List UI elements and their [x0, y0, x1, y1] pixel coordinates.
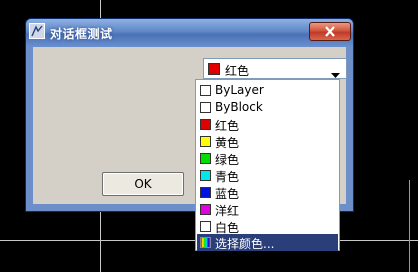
color-dropdown-list[interactable]: ByLayer ByBlock 红色 黄色 绿色 青色 蓝色 洋红 白色 选择颜… — [195, 79, 340, 251]
close-button[interactable] — [309, 22, 351, 41]
list-item-magenta[interactable]: 洋红 — [197, 201, 338, 218]
list-item-label: ByBlock — [215, 100, 263, 114]
color-swatch — [200, 170, 211, 181]
list-item-cyan[interactable]: 青色 — [197, 167, 338, 184]
color-swatch — [200, 204, 211, 215]
list-item-label: ByLayer — [215, 83, 264, 97]
list-item-label: 蓝色 — [215, 187, 240, 201]
list-item-green[interactable]: 绿色 — [197, 150, 338, 167]
background-line-vertical-right — [409, 180, 410, 272]
list-item-yellow[interactable]: 黄色 — [197, 133, 338, 150]
palette-icon — [200, 237, 211, 248]
list-item-choose-color[interactable]: 选择颜色... — [197, 234, 338, 251]
app-icon — [29, 23, 45, 39]
list-item-label: 洋红 — [215, 204, 240, 218]
color-swatch — [200, 136, 211, 147]
list-item-byblock[interactable]: ByBlock — [197, 99, 338, 116]
color-swatch — [200, 153, 211, 164]
list-item-label: 黄色 — [215, 136, 240, 150]
color-swatch — [200, 119, 211, 130]
color-swatch — [200, 85, 211, 96]
list-item-blue[interactable]: 蓝色 — [197, 184, 338, 201]
list-item-label: 青色 — [215, 170, 240, 184]
list-item-label: 红色 — [215, 119, 240, 133]
window-title: 对话框测试 — [50, 27, 113, 41]
combo-selected-label: 红色 — [225, 64, 250, 78]
list-item-white[interactable]: 白色 — [197, 218, 338, 235]
title-bar[interactable]: 对话框测试 — [26, 19, 353, 47]
list-item-red[interactable]: 红色 — [197, 116, 338, 133]
list-item-label: 绿色 — [215, 153, 240, 167]
color-swatch — [200, 187, 211, 198]
ok-button[interactable]: OK — [102, 172, 184, 196]
color-swatch — [200, 221, 211, 232]
close-icon — [325, 26, 335, 37]
list-item-bylayer[interactable]: ByLayer — [197, 82, 338, 99]
color-swatch — [200, 102, 211, 113]
list-item-label: 选择颜色... — [215, 237, 275, 251]
color-swatch — [208, 63, 220, 78]
color-combobox[interactable]: 红色 — [203, 58, 347, 79]
